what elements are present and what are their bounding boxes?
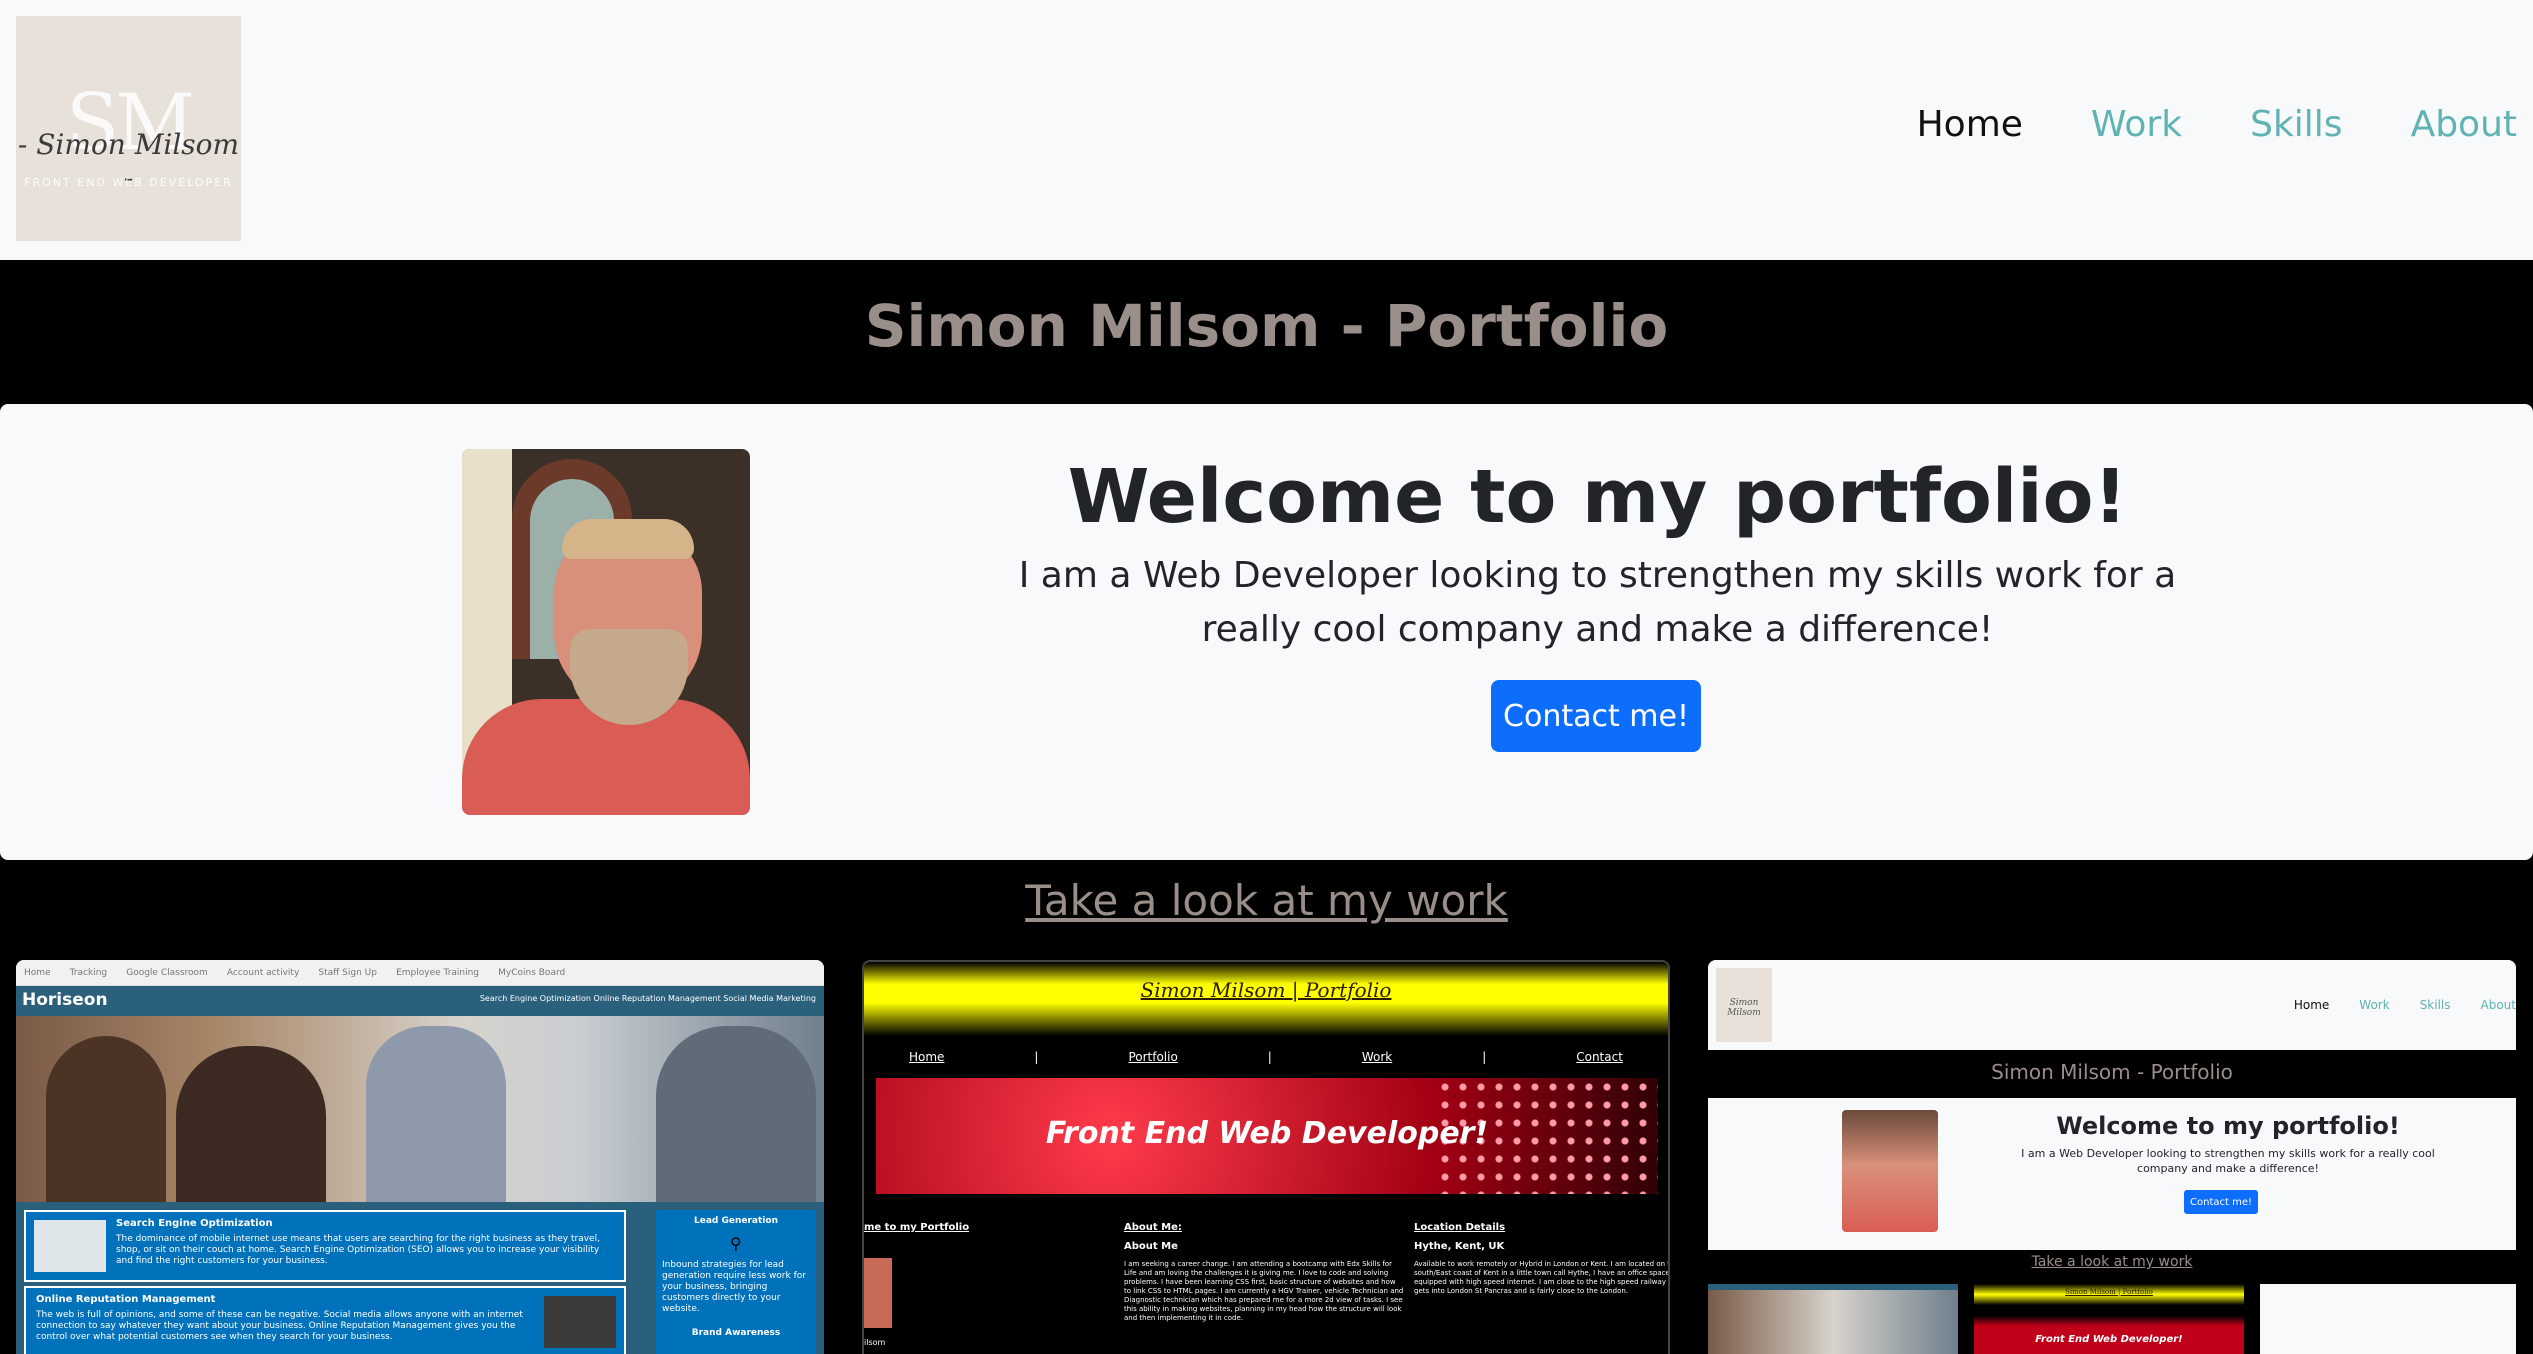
page-title: Simon Milsom - Portfolio <box>864 292 1669 360</box>
bookmark: Home <box>24 968 51 978</box>
lead-gen-title: Lead Generation <box>694 1216 778 1226</box>
preview-photo <box>1842 1110 1938 1232</box>
preview-header: Simon Milsom Home Work Skills About <box>1708 960 2516 1050</box>
welcome-column: me to my Portfolio <box>864 1222 969 1241</box>
browser-bookmarks-bar: Home Tracking Google Classroom Account a… <box>16 960 824 986</box>
old-nav-work: Work <box>1361 1050 1393 1064</box>
horiseon-content: Search Engine Optimization The dominance… <box>16 1202 824 1354</box>
old-portfolio-photo <box>864 1258 892 1328</box>
preview-hero: Welcome to my portfolio! I am a Web Deve… <box>1708 1098 2516 1232</box>
brand-awareness-title: Brand Awareness <box>691 1328 781 1338</box>
bookmark: Account activity <box>226 968 300 978</box>
preview-logo: Simon Milsom <box>1716 968 1772 1042</box>
location-heading: Location Details <box>1414 1222 1506 1233</box>
site-logo[interactable]: SM - Simon Milsom - FRONT END WEB DEVELO… <box>16 16 241 241</box>
seo-text: The dominance of mobile internet use mea… <box>116 1234 600 1266</box>
preview-contact-button: Contact me! <box>2184 1190 2258 1214</box>
location-column: Location Details Hythe, Kent, UK Availab… <box>1414 1222 1670 1296</box>
old-nav-contact: Contact <box>1576 1050 1623 1064</box>
about-column: About Me: About Me I am seeking a career… <box>1124 1222 1404 1323</box>
work-section-heading[interactable]: Take a look at my work <box>0 876 2533 925</box>
preview-thumb-horiseon <box>1708 1284 1958 1354</box>
location-text: Available to work remotely or Hybrid in … <box>1414 1260 1670 1295</box>
horiseon-logo: Horiseon <box>22 990 108 1010</box>
orm-image <box>544 1296 616 1348</box>
work-card-horiseon[interactable]: Home Tracking Google Classroom Account a… <box>16 960 824 1354</box>
bookmark: Staff Sign Up <box>318 968 377 978</box>
preview-nav: Home Work Skills About <box>2294 998 2516 1012</box>
preview-title-band: Simon Milsom - Portfolio <box>1708 1050 2516 1098</box>
logo-tagline: FRONT END WEB DEVELOPER <box>24 176 233 189</box>
preview-nav-skills: Skills <box>2419 998 2451 1012</box>
about-heading: About Me: <box>1124 1222 1182 1233</box>
preview-nav-about: About <box>2480 998 2516 1012</box>
about-subheading: About Me <box>1124 1241 1178 1252</box>
preview-text: I am a Web Developer looking to strength… <box>2021 1147 2435 1175</box>
location-subheading: Hythe, Kent, UK <box>1414 1241 1505 1252</box>
seo-title: Search Engine Optimization <box>116 1218 273 1229</box>
old-portfolio-header: Simon Milsom | Portfolio <box>864 962 1668 1036</box>
preview-thumb-current <box>2260 1284 2516 1354</box>
preview-heading: Welcome to my portfolio! <box>2056 1112 2400 1140</box>
old-portfolio-footer: ilsom <box>864 1338 886 1347</box>
preview-nav-home: Home <box>2293 998 2330 1012</box>
banner-text: Front End Web Developer! <box>1045 1116 1489 1151</box>
horiseon-hero-image <box>16 1016 824 1202</box>
seo-image <box>34 1220 106 1272</box>
old-portfolio-title: Simon Milsom | Portfolio <box>1140 978 1392 1002</box>
site-header: SM - Simon Milsom - FRONT END WEB DEVELO… <box>0 0 2533 260</box>
seo-box: Search Engine Optimization The dominance… <box>24 1210 626 1282</box>
welcome-heading: me to my Portfolio <box>864 1222 970 1233</box>
old-nav-portfolio: Portfolio <box>1128 1050 1178 1064</box>
orm-text: The web is full of opinions, and some of… <box>36 1310 523 1342</box>
work-card-current-portfolio[interactable]: Simon Milsom Home Work Skills About Simo… <box>1708 960 2516 1354</box>
preview-title: Simon Milsom - Portfolio <box>1991 1060 2233 1084</box>
bookmark: Tracking <box>69 968 108 978</box>
nav-link-about[interactable]: About <box>2411 104 2517 145</box>
preview-thumb-banner: Front End Web Developer! <box>2035 1334 2183 1345</box>
old-portfolio-nav: Home | Portfolio | Work | Contact <box>864 1050 1668 1064</box>
old-nav-home: Home <box>908 1050 945 1064</box>
bookmark: Employee Training <box>396 968 480 978</box>
horiseon-header: Horiseon Search Engine Optimization Onli… <box>16 986 824 1016</box>
bookmark: MyCoins Board <box>498 968 566 978</box>
about-text: I am seeking a career change. I am atten… <box>1124 1260 1404 1322</box>
lead-gen-text: Inbound strategies for lead generation r… <box>662 1260 806 1314</box>
old-portfolio-banner: Front End Web Developer! <box>876 1078 1658 1194</box>
contact-me-button[interactable]: Contact me! <box>1491 680 1701 752</box>
hero-intro-text: I am a Web Developer looking to strength… <box>1018 555 2177 650</box>
preview-thumb-title: Simon Milsom | Portfolio <box>2065 1288 2153 1296</box>
bookmark: Google Classroom <box>126 968 208 978</box>
nav-separator: | <box>1034 1050 1039 1064</box>
profile-photo <box>462 449 750 815</box>
preview-work-heading: Take a look at my work <box>2031 1254 2193 1270</box>
orm-title: Online Reputation Management <box>36 1294 216 1305</box>
hero-heading: Welcome to my portfolio! <box>1067 454 2128 540</box>
preview-nav-work: Work <box>2359 998 2390 1012</box>
hero-section: Welcome to my portfolio! I am a Web Deve… <box>0 404 2533 860</box>
horiseon-sidebar: Lead Generation ⚲ Inbound strategies for… <box>656 1210 816 1354</box>
horiseon-menu: Search Engine Optimization Online Reputa… <box>479 994 816 1003</box>
lead-gen-icon: ⚲ <box>730 1234 742 1253</box>
preview-logo-text: Simon Milsom <box>1727 998 1761 1018</box>
nav-separator: | <box>1482 1050 1487 1064</box>
main-nav: Home Work Skills About <box>1917 104 2517 145</box>
nav-link-skills[interactable]: Skills <box>2250 104 2342 145</box>
nav-link-home[interactable]: Home <box>1917 104 2023 145</box>
preview-thumb-old-portfolio: Simon Milsom | Portfolio Front End Web D… <box>1974 1284 2244 1354</box>
work-card-old-portfolio[interactable]: Simon Milsom | Portfolio Home | Portfoli… <box>862 960 1670 1354</box>
nav-link-work[interactable]: Work <box>2091 104 2182 145</box>
nav-separator: | <box>1267 1050 1272 1064</box>
orm-box: Online Reputation Management The web is … <box>24 1286 626 1354</box>
